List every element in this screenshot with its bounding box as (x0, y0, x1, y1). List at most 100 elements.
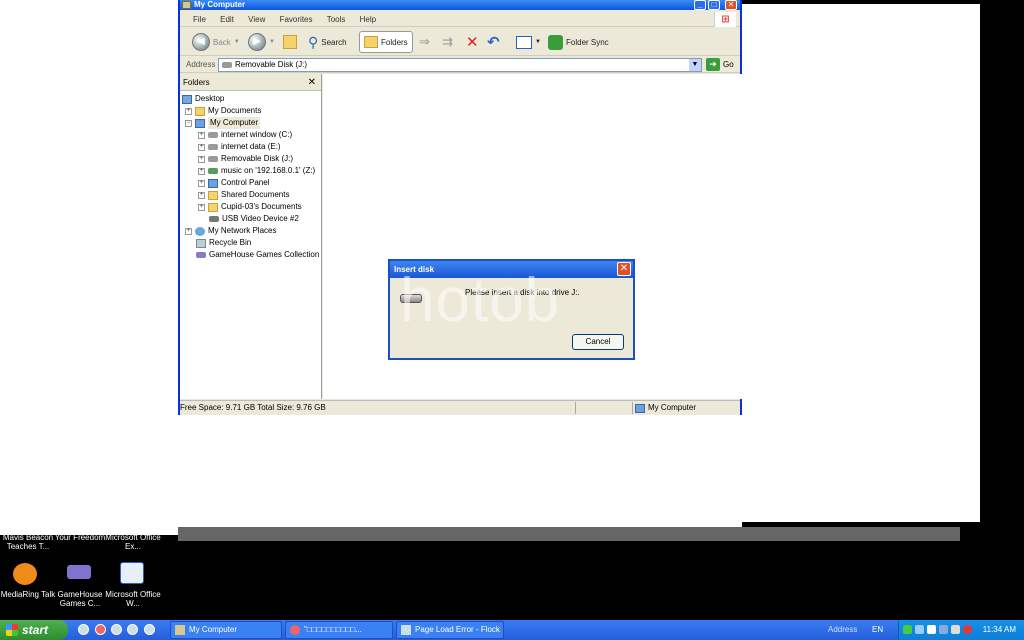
expand-icon[interactable]: + (198, 179, 205, 187)
tree-item-shared-documents[interactable]: + Shared Documents (198, 189, 289, 201)
quick-launch-messenger-icon[interactable] (127, 624, 138, 635)
tree-item-desktop[interactable]: Desktop (182, 93, 224, 105)
desktop-icon-office-excel[interactable]: Microsoft Office Ex... (105, 533, 161, 551)
tree-label: Shared Documents (221, 190, 290, 199)
dialog-titlebar[interactable]: Insert disk ✕ (390, 261, 633, 278)
expand-icon[interactable]: + (185, 227, 192, 235)
window-titlebar[interactable]: My Computer _ □ ✕ (180, 0, 740, 10)
folder-sync-button[interactable]: Folder Sync (548, 31, 609, 53)
tree-label: Control Panel (221, 178, 270, 187)
address-input[interactable]: Removable Disk (J:) ▼ (218, 58, 702, 72)
move-to-button[interactable]: ⇒ (419, 31, 430, 53)
status-bar: Free Space: 9.71 GB Total Size: 9.76 GB … (180, 400, 740, 415)
tree-item-my-computer[interactable]: − My Computer (185, 117, 261, 129)
maximize-button[interactable]: □ (708, 0, 720, 10)
taskbar-address-label[interactable]: Address (828, 620, 857, 640)
quick-launch-media-icon[interactable] (111, 624, 122, 635)
folders-panel-title: Folders (183, 78, 210, 87)
tree-label: internet window (C:) (221, 130, 293, 139)
tree-label: Desktop (195, 94, 225, 103)
tray-device-icon[interactable] (915, 625, 924, 634)
expand-icon[interactable]: + (198, 203, 205, 211)
cancel-button[interactable]: Cancel (572, 334, 624, 350)
views-button[interactable]: ▼ (516, 31, 541, 53)
tray-network-icon[interactable] (903, 625, 912, 634)
menu-tools[interactable]: Tools (327, 12, 346, 27)
tree-item-drive-c[interactable]: + internet window (C:) (198, 129, 292, 141)
word-document-icon[interactable] (120, 562, 144, 584)
network-drive-icon (208, 168, 218, 174)
tray-messenger-icon[interactable] (951, 625, 960, 634)
clock[interactable]: 11:34 AM (983, 620, 1016, 640)
tree-item-control-panel[interactable]: + Control Panel (198, 177, 269, 189)
tray-antivirus-icon[interactable] (963, 625, 972, 634)
menu-view[interactable]: View (248, 12, 265, 27)
delete-button[interactable]: ✕ (466, 31, 479, 53)
menu-help[interactable]: Help (360, 12, 376, 27)
folders-button[interactable]: Folders (359, 31, 413, 53)
search-label: Search (321, 37, 347, 47)
folder-icon (208, 202, 218, 212)
menu-favorites[interactable]: Favorites (280, 12, 313, 27)
removable-drive-icon (222, 62, 232, 68)
tree-item-drive-e[interactable]: + internet data (E:) (198, 141, 281, 153)
expand-icon[interactable]: + (198, 131, 205, 139)
folder-sync-label: Folder Sync (566, 37, 609, 47)
window-title: My Computer (194, 0, 246, 9)
tree-item-recycle-bin[interactable]: Recycle Bin (196, 237, 251, 249)
desktop-icon-mavis-beacon[interactable]: Mavis Beacon Teaches T... (0, 533, 56, 551)
taskbar-button-flock[interactable]: Page Load Error - Flock (396, 621, 504, 639)
expand-icon[interactable]: + (198, 143, 205, 151)
chevron-down-icon: ▼ (269, 39, 275, 45)
views-icon (516, 35, 532, 49)
quick-launch-browser-icon[interactable] (78, 624, 89, 635)
expand-icon[interactable]: + (198, 167, 205, 175)
dialog-close-button[interactable]: ✕ (617, 262, 631, 276)
back-button[interactable]: ◀ Back ▼ (192, 31, 240, 53)
start-button[interactable]: start (0, 620, 68, 640)
toolbar: ◀ Back ▼ ▶ ▼ ⚲ Search Folders ⇒ ⇉ ✕ ↶ ▼ … (180, 28, 740, 56)
desktop-icon-your-freedom[interactable]: Your Freedom (52, 533, 108, 542)
close-button[interactable]: ✕ (725, 0, 737, 10)
go-button[interactable]: ➜ Go (706, 58, 734, 71)
tree-item-cupid-documents[interactable]: + Cupid-03's Documents (198, 201, 302, 213)
desktop-icon-office-word[interactable]: Microsoft Office W... (105, 590, 161, 608)
expand-icon[interactable]: + (198, 155, 205, 163)
language-indicator[interactable]: EN (872, 620, 883, 640)
mediaring-icon[interactable] (13, 563, 37, 585)
desktop-icon-gamehouse[interactable]: GameHouse Games C... (52, 590, 108, 608)
taskbar-button-my-computer[interactable]: My Computer (170, 621, 282, 639)
copy-to-button[interactable]: ⇉ (442, 31, 453, 53)
menu-edit[interactable]: Edit (220, 12, 234, 27)
desktop-white-area-right (742, 4, 980, 522)
tree-item-drive-j[interactable]: + Removable Disk (J:) (198, 153, 293, 165)
address-label: Address (186, 60, 216, 69)
up-folder-button[interactable] (283, 31, 297, 53)
tree-label: My Computer (208, 117, 261, 129)
task-label: My Computer (189, 625, 238, 634)
close-panel-icon[interactable]: ✕ (308, 74, 316, 91)
expand-icon[interactable]: + (198, 191, 205, 199)
minimize-button[interactable]: _ (694, 0, 706, 10)
tree-item-gamehouse[interactable]: GameHouse Games Collection (196, 249, 319, 261)
taskbar-button-browser[interactable]: "□□□□□□□□□□... (285, 621, 393, 639)
gamehouse-icon[interactable] (67, 565, 91, 579)
tree-item-my-documents[interactable]: + My Documents (185, 105, 261, 117)
expand-icon[interactable]: + (185, 107, 192, 115)
tray-app-icon[interactable] (939, 625, 948, 634)
tree-item-network-places[interactable]: + My Network Places (185, 225, 276, 237)
collapse-icon[interactable]: − (185, 119, 192, 127)
desktop-icon-mediaring[interactable]: MediaRing Talk (0, 590, 56, 599)
quick-launch-firefox-icon[interactable] (95, 624, 106, 635)
drive-icon (208, 144, 218, 150)
menu-file[interactable]: File (193, 12, 206, 27)
address-dropdown-button[interactable]: ▼ (689, 59, 701, 71)
search-button[interactable]: ⚲ Search (308, 31, 347, 53)
tree-item-usb-video[interactable]: USB Video Device #2 (209, 213, 299, 225)
tree-label: My Network Places (208, 226, 277, 235)
forward-button[interactable]: ▶ ▼ (248, 31, 275, 53)
quick-launch-desktop-icon[interactable] (144, 624, 155, 635)
undo-button[interactable]: ↶ (487, 31, 500, 53)
tree-item-drive-z[interactable]: + music on '192.168.0.1' (Z:) (198, 165, 315, 177)
tray-volume-icon[interactable] (927, 625, 936, 634)
